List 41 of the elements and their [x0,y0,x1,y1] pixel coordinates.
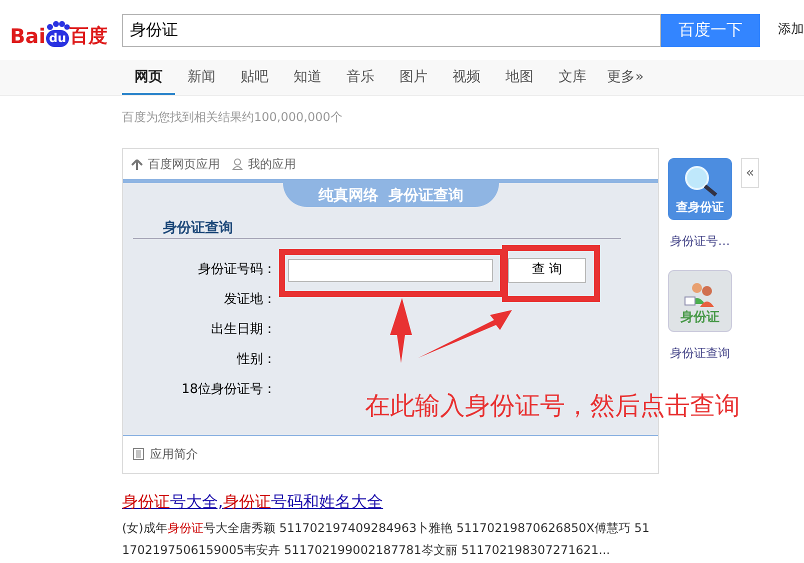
section-title: 身份证查询 [163,219,233,238]
document-icon [133,448,144,460]
result-count: 百度为您找到相关结果约100,000,000个 [121,109,344,126]
field-label: 身份证号码： [197,261,276,280]
nav-tab[interactable]: 网页 [122,60,175,95]
result-snippet: (女)成年身份证号大全唐秀颖 511702197409284963卜雅艳 51170219870626850X傅慧巧 511702197506159005韦安卉 511702199002187781岑文丽 511702198307271621... [122,520,651,559]
search-button[interactable]: 百度一下 [661,14,760,46]
app-banner: 纯真网络 身份证查询 [283,183,499,207]
nav-tab[interactable]: 音乐 [334,60,387,95]
field-label: 18位身份证号： [180,381,276,400]
app-intro-link[interactable]: 应用简介 [150,445,198,463]
app-name[interactable]: 身份证号… [670,232,730,250]
add-link[interactable]: 添加 [778,20,804,40]
logo-text[interactable]: du [46,30,70,47]
query-button[interactable]: 查 询 [508,258,586,282]
nav-tab[interactable]: 贴吧 [228,60,281,95]
icon-caption: 身份证 [680,308,720,326]
arrow-icon [418,310,512,358]
paw-icon [46,20,70,30]
icon-caption: 查身份证 [676,199,724,216]
logo-text[interactable]: 百度 [70,25,108,47]
nav-tab[interactable]: 知道 [281,60,334,95]
nav-tab[interactable]: 文库 [546,60,599,95]
field-label: 出生日期： [210,321,276,340]
logo-text[interactable]: Bai [10,25,46,47]
nav-tab[interactable]: 图片 [387,60,440,95]
app-name[interactable]: 身份证查询 [670,344,730,362]
search-field[interactable]: 身份证 [122,14,661,46]
field-label: 发证地： [223,291,276,310]
nav-tab[interactable]: 新闻 [175,60,228,95]
nav-tab[interactable]: 地图 [493,60,546,95]
collapse-button[interactable]: « [741,158,759,188]
app-link[interactable]: 百度网页应用 [148,155,220,173]
nav-tab[interactable]: 更多» [599,60,652,95]
field-label: 性别： [236,351,276,370]
app-link[interactable]: 我的应用 [248,155,296,173]
arrow-icon [390,298,412,363]
nav-tab[interactable]: 视频 [440,60,493,95]
id-number-field[interactable] [288,258,493,282]
annotation-text: 在此输入身份证号，然后点击查询 [365,390,740,422]
user-icon [232,158,243,170]
